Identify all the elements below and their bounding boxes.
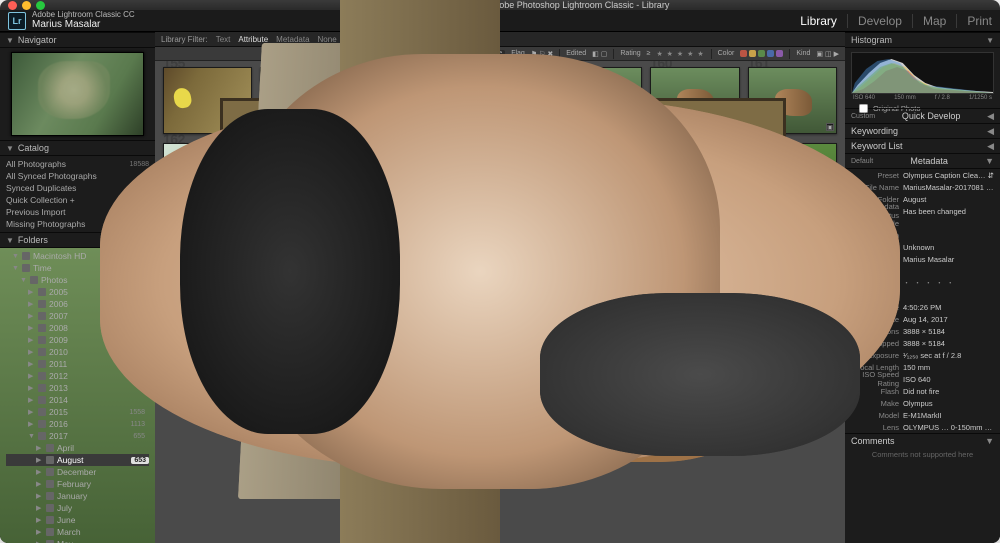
window-frame: Lightroom-Classic.lrcat – Adobe Photosho… — [0, 0, 1000, 543]
comments-note: Comments not supported here — [872, 450, 973, 459]
catalog-item[interactable]: All Photographs18588 — [6, 158, 149, 170]
module-picker: Library Develop Map Print — [800, 14, 992, 28]
metadata-row[interactable]: LensOLYMPUS … 0-150mm F2.8 — [845, 421, 1000, 433]
folder-row[interactable]: ▶May — [6, 538, 149, 543]
comments-header[interactable]: Comments▼ — [845, 433, 1000, 448]
disclosure-icon: ▼ — [986, 36, 994, 45]
histogram: ISO 640 150 mm f / 2.8 1/1250 s Original… — [845, 48, 1000, 108]
rating-op[interactable]: ≥ — [647, 50, 651, 57]
kind-virtual-icon[interactable]: ◫ — [825, 50, 832, 58]
module-map[interactable]: Map — [923, 14, 957, 28]
user-name: Marius Masalar — [32, 19, 135, 30]
folder-row[interactable]: ▼2017655 — [6, 430, 149, 442]
product-name: Adobe Lightroom Classic CC — [32, 11, 135, 19]
thumbnail-badge-icon: ▣ — [826, 123, 834, 131]
folder-row[interactable]: ▶20161113 — [6, 418, 149, 430]
color-purple[interactable] — [776, 50, 783, 57]
identity-plate: Lr Adobe Lightroom Classic CC Marius Mas… — [0, 10, 1000, 32]
catalog-header[interactable]: ▼ Catalog — [0, 140, 155, 156]
kind-master-icon[interactable]: ▣ — [816, 50, 823, 58]
color-label: Color — [718, 50, 735, 57]
hist-ap: f / 2.8 — [935, 95, 950, 101]
rating-stars[interactable]: ★ ★ ★ ★ ★ — [656, 50, 704, 58]
color-blue[interactable] — [767, 50, 774, 57]
module-develop[interactable]: Develop — [858, 14, 913, 28]
app-icon: Lr — [8, 12, 26, 30]
folder-row[interactable]: ▶2013 — [6, 382, 149, 394]
metadata-row[interactable]: ModelE-M1MarkII — [845, 409, 1000, 421]
keywording-header[interactable]: Keywording◀ — [845, 123, 1000, 138]
rating-label: Rating — [620, 50, 640, 57]
module-print[interactable]: Print — [967, 14, 992, 28]
histogram-header[interactable]: Histogram ▼ — [845, 32, 1000, 48]
identity-text: Adobe Lightroom Classic CC Marius Masala… — [32, 11, 135, 30]
hist-sh: 1/1250 s — [969, 95, 992, 101]
histogram-graph[interactable] — [851, 52, 994, 94]
metadata-row[interactable]: ISO Speed RatingISO 640 — [845, 373, 1000, 385]
color-green[interactable] — [758, 50, 765, 57]
folder-row[interactable]: ▶June — [6, 514, 149, 526]
keyword-list-header[interactable]: Keyword List◀ — [845, 138, 1000, 153]
original-checkbox[interactable] — [859, 103, 868, 112]
folder-row[interactable]: ▶February — [6, 478, 149, 490]
folder-row[interactable]: ▶2014 — [6, 394, 149, 406]
disclosure-icon: ▼ — [6, 144, 14, 153]
folders-title: Folders — [18, 235, 48, 245]
disclosure-icon: ▼ — [6, 236, 14, 245]
color-yellow[interactable] — [749, 50, 756, 57]
filter-tab-text[interactable]: Text — [216, 35, 231, 44]
edited-icon[interactable]: ◧ — [592, 50, 599, 58]
navigator-preview[interactable] — [0, 48, 155, 140]
app: Lr Adobe Lightroom Classic CC Marius Mas… — [0, 10, 1000, 543]
folder-row[interactable]: ▶December — [6, 466, 149, 478]
folder-row[interactable]: ▶July — [6, 502, 149, 514]
quick-develop-header[interactable]: CustomQuick Develop◀ — [845, 108, 1000, 123]
color-red[interactable] — [740, 50, 747, 57]
histogram-title: Histogram — [851, 35, 892, 45]
navigator-header[interactable]: ▼ Navigator — [0, 32, 155, 48]
unedited-icon[interactable]: ▢ — [601, 50, 608, 58]
catalog-title: Catalog — [18, 143, 49, 153]
folder-row[interactable]: ▶20151558 — [6, 406, 149, 418]
kind-label: Kind — [796, 50, 810, 57]
metadata-row[interactable]: PresetOlympus Caption Clea… ⇵ — [845, 169, 1000, 181]
library-filter-label: Library Filter: — [161, 35, 208, 44]
metadata-header[interactable]: DefaultMetadata▼ — [845, 153, 1000, 168]
hist-iso: ISO 640 — [853, 95, 875, 101]
close-icon[interactable] — [8, 1, 17, 10]
folder-row[interactable]: ▶January — [6, 490, 149, 502]
window-title: Lightroom-Classic.lrcat – Adobe Photosho… — [50, 0, 992, 10]
kind-video-icon[interactable]: ▶ — [834, 50, 839, 58]
zoom-icon[interactable] — [36, 1, 45, 10]
library-filter-bar: Library Filter: TextAttributeMetadataNon… — [155, 32, 845, 47]
minimize-icon[interactable] — [22, 1, 31, 10]
metadata-row[interactable]: FlashDid not fire — [845, 385, 1000, 397]
folder-row[interactable]: ▶March — [6, 526, 149, 538]
edited-label: Edited — [566, 50, 586, 57]
disclosure-icon: ▼ — [6, 36, 14, 45]
window-appname: – Adobe Photoshop Lightroom Classic - Li… — [481, 0, 669, 10]
folder-row[interactable]: ▶August653 — [6, 454, 149, 466]
metadata-row[interactable]: MakeOlympus — [845, 397, 1000, 409]
folder-row[interactable]: ▶April — [6, 442, 149, 454]
module-library[interactable]: Library — [800, 14, 848, 28]
mac-titlebar: Lightroom-Classic.lrcat – Adobe Photosho… — [0, 0, 1000, 10]
catalog-item[interactable]: All Synced Photographs — [6, 170, 149, 182]
navigator-title: Navigator — [18, 35, 57, 45]
hist-fl: 150 mm — [894, 95, 916, 101]
